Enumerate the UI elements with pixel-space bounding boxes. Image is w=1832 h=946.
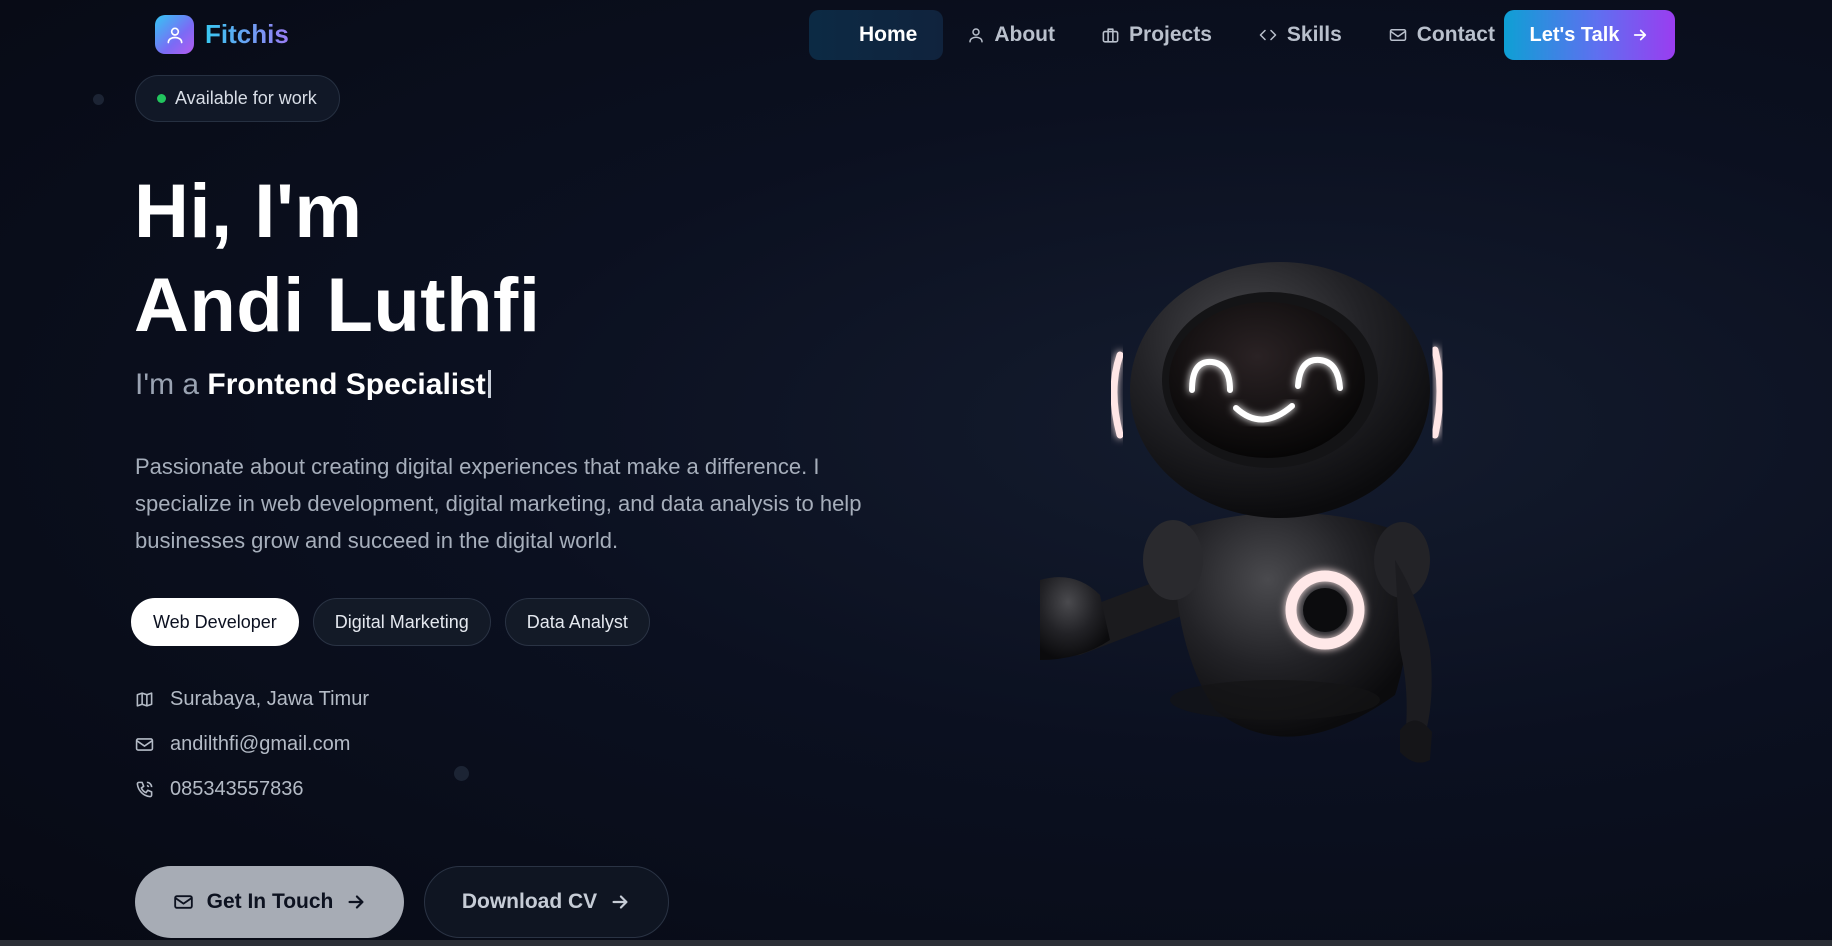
role-chips: Web Developer Digital Marketing Data Ana… [131,598,650,646]
contact-phone[interactable]: 085343557836 [135,778,303,801]
user-icon [155,15,194,54]
bottom-scrollbar [0,940,1832,946]
chip-data-analyst[interactable]: Data Analyst [504,598,650,646]
logo[interactable]: Fitchis [155,15,289,54]
arrow-right-icon [348,895,364,909]
nav-about[interactable]: About [945,10,1077,60]
decorative-dot [93,94,104,105]
contact-email[interactable]: andilthfi@gmail.com [135,733,350,756]
status-dot [157,94,166,103]
download-cv-label: Download CV [461,890,598,913]
mail-icon [135,738,154,751]
lets-talk-button[interactable]: Let's Talk [1504,10,1675,60]
map-icon [136,692,153,707]
mail-icon [1389,29,1407,41]
nav-about-label: About [994,23,1056,46]
availability-badge: Available for work [135,75,340,122]
hero-description: Passionate about creating digital experi… [135,454,862,553]
robot-illustration [1040,262,1444,763]
logo-text: Fitchis [205,19,289,49]
download-cv-button[interactable]: Download CV [424,866,669,938]
decorative-dot [454,766,469,781]
availability-text: Available for work [175,88,317,108]
nav-home[interactable]: Home [809,10,944,60]
hero-title: Hi, I'm Andi Luthfi [134,165,540,353]
chip-web-developer[interactable]: Web Developer [131,598,299,646]
get-in-touch-button[interactable]: Get In Touch [135,866,404,938]
location-text: Surabaya, Jawa Timur [170,688,369,710]
nav-skills[interactable]: Skills [1236,10,1364,60]
nav-contact-label: Contact [1416,23,1495,46]
mail-icon [173,895,193,909]
role-prefix: I'm a [135,368,200,401]
typing-caret [487,370,491,398]
main-nav: Home About Projects Skills Contact [809,10,1519,60]
briefcase-icon [1102,27,1119,43]
chip-digital-marketing[interactable]: Digital Marketing [312,598,491,646]
code-icon [1259,29,1277,41]
hero-name: Andi Luthfi [134,263,541,348]
phone-icon [136,781,153,798]
nav-projects[interactable]: Projects [1079,10,1234,60]
portfolio-page: Fitchis Home About Projects Skills Conta… [0,0,1832,946]
role-typed: Frontend Specialist [207,368,486,401]
user-icon [969,28,984,43]
get-in-touch-label: Get In Touch [206,890,334,913]
nav-contact[interactable]: Contact [1366,10,1517,60]
email-text: andilthfi@gmail.com [170,733,351,755]
arrow-right-icon [1634,29,1647,41]
nav-home-label: Home [859,23,918,46]
arrow-right-icon [612,895,628,909]
lets-talk-label: Let's Talk [1529,23,1620,46]
nav-projects-label: Projects [1129,23,1212,46]
hero-greeting: Hi, I'm [134,169,363,254]
phone-text: 085343557836 [170,778,304,800]
nav-skills-label: Skills [1286,23,1342,46]
role-line: I'm a Frontend Specialist [135,368,491,402]
contact-location: Surabaya, Jawa Timur [135,688,369,711]
